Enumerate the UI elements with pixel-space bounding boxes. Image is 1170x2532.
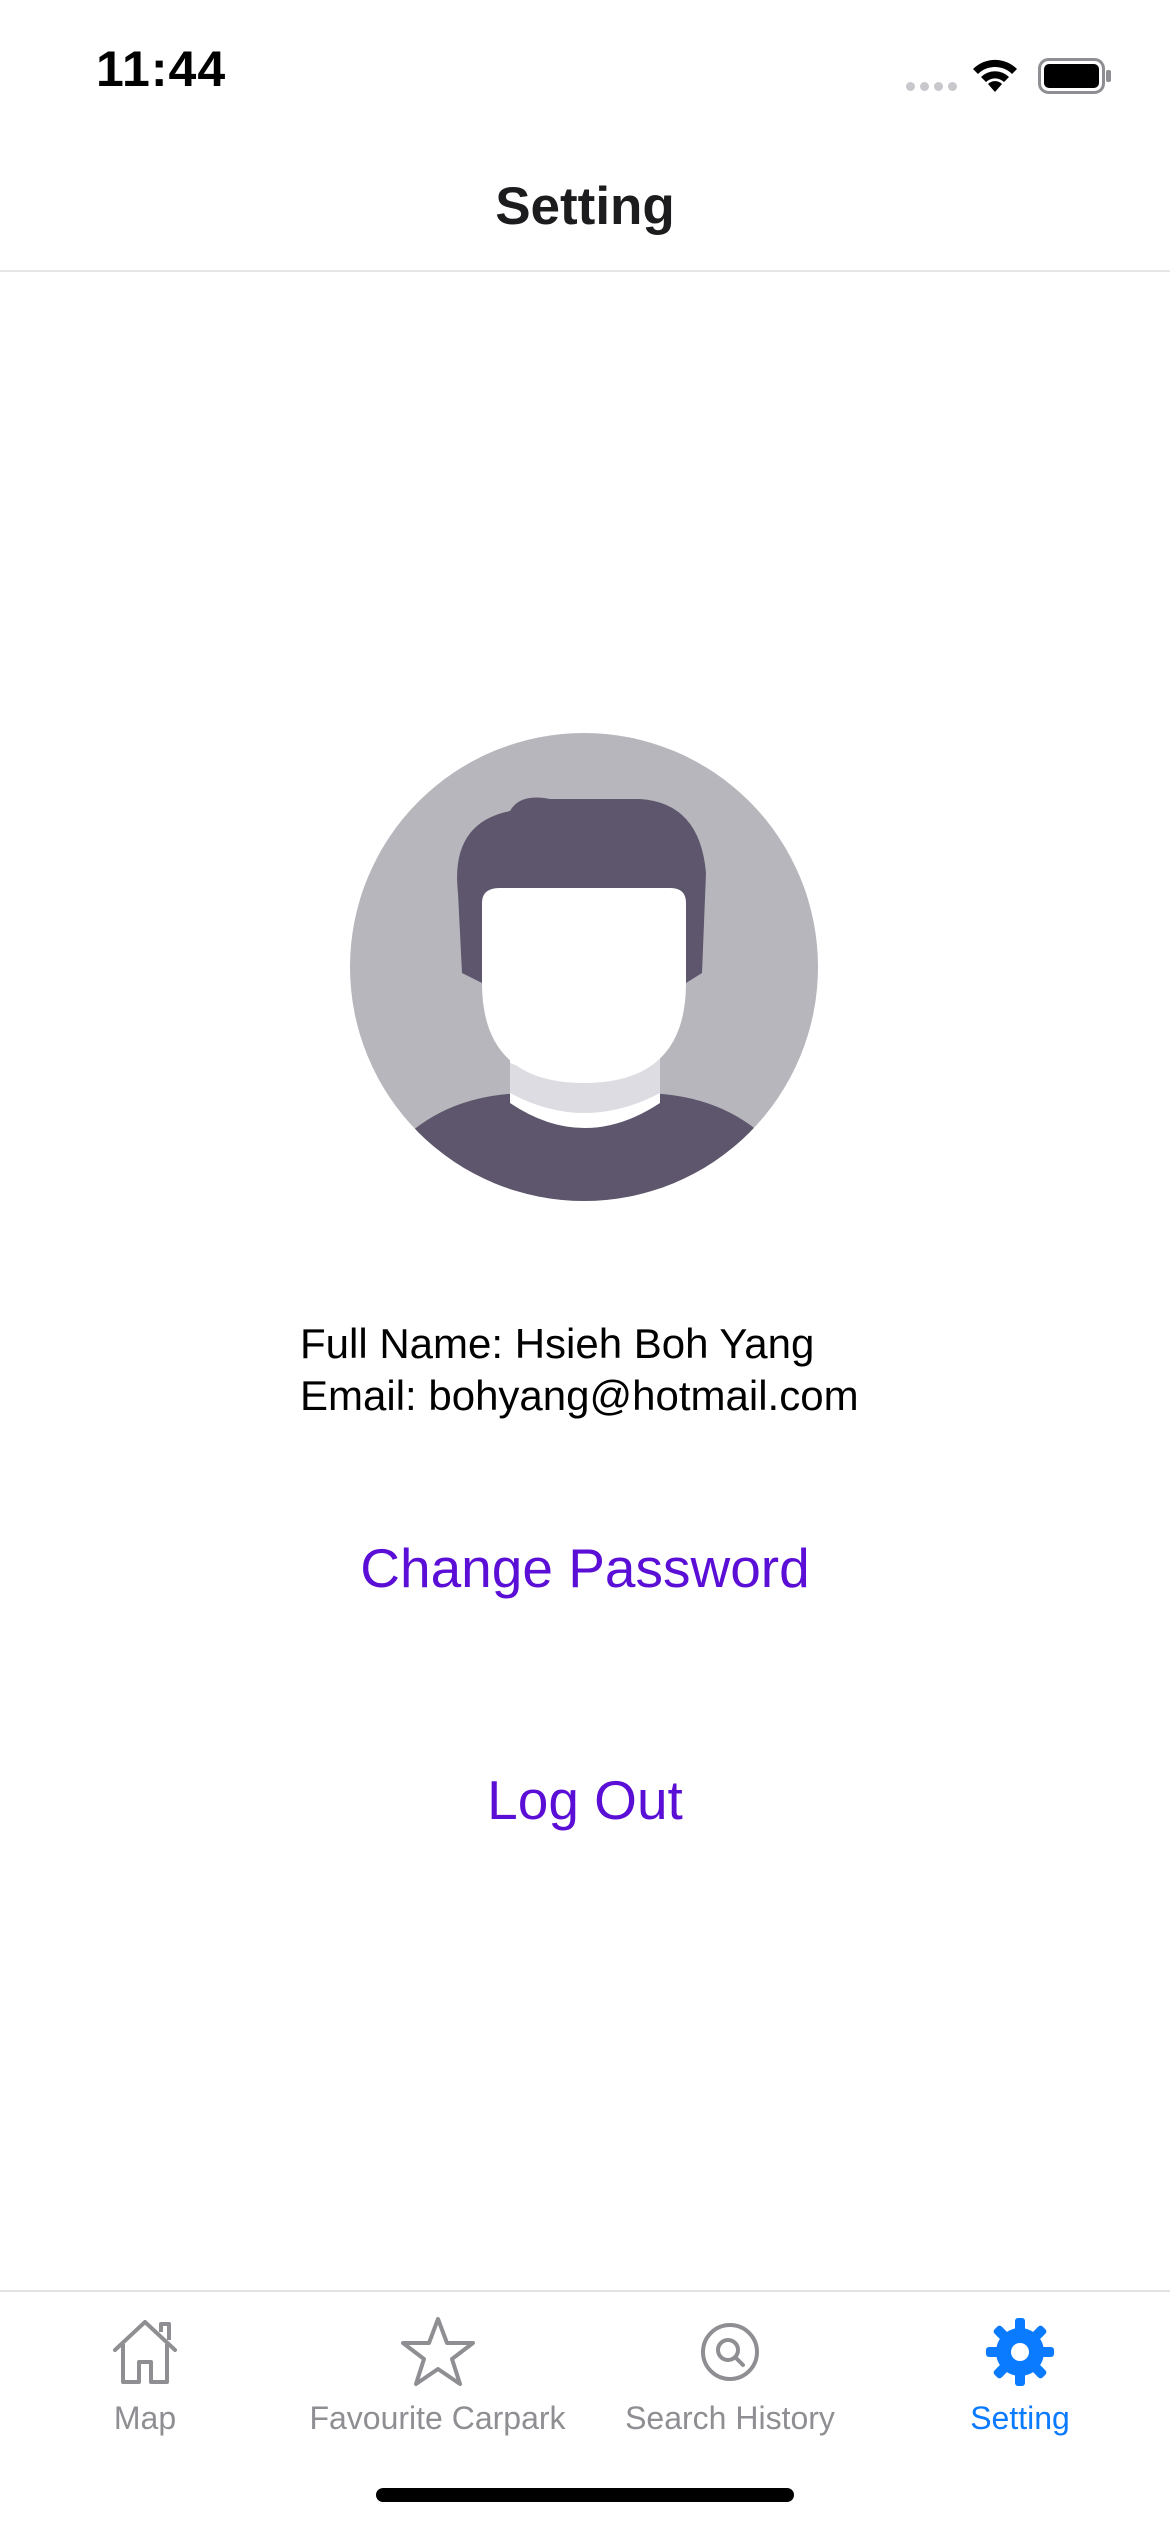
star-icon <box>400 2317 475 2386</box>
tab-map[interactable]: Map <box>45 2292 245 2472</box>
tab-setting[interactable]: Setting <box>920 2292 1120 2472</box>
tab-map-label: Map <box>113 2400 177 2436</box>
tab-search-history-label: Search History <box>625 2400 835 2436</box>
gear-icon <box>986 2318 1054 2386</box>
cellular-signal-icon <box>906 82 958 92</box>
page-title: Setting <box>495 177 675 236</box>
email-text: Email: bohyang@hotmail.com <box>300 1372 859 1419</box>
tab-favourite-carpark-label: Favourite Carpark <box>309 2400 566 2436</box>
tab-favourite-carpark[interactable]: Favourite Carpark <box>290 2292 585 2472</box>
profile-info: Full Name: Hsieh Boh Yang Email: bohyang… <box>300 1318 859 1422</box>
status-bar: 11:44 <box>0 0 1170 140</box>
home-indicator[interactable] <box>376 2488 794 2502</box>
wifi-icon <box>973 59 1017 92</box>
tab-search-history[interactable]: Search History <box>600 2292 860 2472</box>
log-out-button[interactable]: Log Out <box>0 1768 1170 1832</box>
tab-setting-label: Setting <box>970 2400 1070 2436</box>
full-name-text: Full Name: Hsieh Boh Yang <box>300 1320 815 1367</box>
status-time: 11:44 <box>96 41 227 97</box>
change-password-button[interactable]: Change Password <box>0 1536 1170 1600</box>
battery-icon <box>1038 58 1111 94</box>
house-icon <box>113 2320 177 2384</box>
search-circle-icon <box>701 2323 759 2381</box>
navigation-header: Setting <box>0 140 1170 272</box>
settings-screen: 11:44 Setting Full Name: Hsieh Boh Yang … <box>0 0 1170 2532</box>
avatar <box>350 733 818 1201</box>
